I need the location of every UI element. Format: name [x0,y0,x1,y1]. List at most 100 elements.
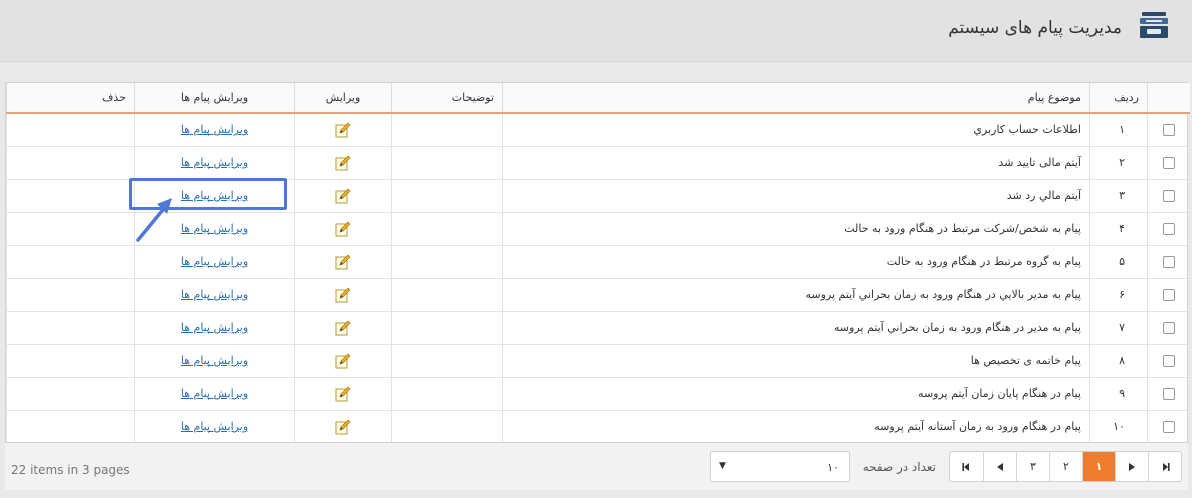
row-checkbox[interactable] [1162,289,1175,301]
messages-table: ردیف موضوع پیام توضیحات ویرایش ویرایش پی… [6,83,1190,444]
row-subject: پیام به شخص/شرکت مرتبط در هنگام ورود به … [502,212,1090,246]
row-checkbox-cell [1147,410,1190,444]
edit-pencil-icon[interactable] [335,122,351,138]
row-subject: پیام در هنگام ورود به زمان آستانه آیتم پ… [502,410,1090,444]
row-delete-cell [6,179,135,213]
inbox-stack-icon [1140,12,1168,38]
page-size-select[interactable]: ۱۰ ▼ [710,451,850,482]
page-button-3[interactable]: ۳ [1016,452,1049,481]
row-number: ۴ [1089,212,1148,246]
edit-messages-link[interactable]: ویرایش پیام ها [181,288,248,301]
row-number: ۶ [1089,278,1148,312]
row-edit-messages-cell: ویرایش پیام ها [134,113,295,147]
row-checkbox[interactable] [1162,157,1175,169]
page-size-value: ۱۰ [827,461,839,474]
header-description[interactable]: توضیحات [391,83,503,114]
row-checkbox[interactable] [1162,190,1175,202]
header-edit[interactable]: ویرایش [294,83,392,114]
row-edit-messages-cell: ویرایش پیام ها [134,245,295,279]
row-edit-cell [294,410,392,444]
row-edit-cell [294,212,392,246]
messages-grid: ردیف موضوع پیام توضیحات ویرایش ویرایش پی… [5,82,1190,490]
table-row: ۸ پیام خاتمه ی تخصیص ها ویرایش پیام ها [6,344,1190,378]
row-subject: آیتم مالی تایید شد [502,146,1090,180]
edit-messages-link[interactable]: ویرایش پیام ها [181,354,248,367]
header-row-number[interactable]: ردیف [1089,83,1148,114]
table-row: ۲ آیتم مالی تایید شد ویرایش پیام ها [6,146,1190,180]
row-delete-cell [6,212,135,246]
row-number: ۱۰ [1089,410,1148,444]
first-page-icon [1163,462,1170,471]
table-row: ۱ اطلاعات حساب کاربري ویرایش پیام ها [6,113,1190,147]
row-checkbox[interactable] [1162,322,1175,334]
row-checkbox-cell [1147,212,1190,246]
prev-page-icon [1129,462,1135,471]
header-subject[interactable]: موضوع پیام [502,83,1090,114]
table-row: ۹ پیام در هنگام پایان زمان آیتم پروسه ویرا… [6,377,1190,411]
edit-pencil-icon[interactable] [335,419,351,435]
edit-pencil-icon[interactable] [335,188,351,204]
edit-messages-link[interactable]: ویرایش پیام ها [181,156,248,169]
table-header-row: ردیف موضوع پیام توضیحات ویرایش ویرایش پی… [6,83,1190,114]
table-row: ۷ پیام به مدیر در هنگام ورود به زمان بحرا… [6,311,1190,345]
row-description [391,113,503,147]
row-checkbox[interactable] [1162,124,1175,137]
header-delete[interactable]: حذف [6,83,135,114]
row-description [391,410,503,444]
row-subject: پیام در هنگام پایان زمان آیتم پروسه [502,377,1090,411]
row-edit-cell [294,344,392,378]
row-checkbox-cell [1147,311,1190,345]
edit-pencil-icon[interactable] [335,386,351,402]
table-row: ۵ پیام به گروه مرتبط در هنگام ورود به حال… [6,245,1190,279]
row-edit-messages-cell: ویرایش پیام ها [134,344,295,378]
edit-messages-link[interactable]: ویرایش پیام ها [181,255,248,268]
pager: ۱ ۲ ۳ [949,451,1182,482]
last-page-icon [961,462,969,471]
row-checkbox[interactable] [1162,421,1175,433]
row-description [391,344,503,378]
row-description [391,377,503,411]
edit-messages-link[interactable]: ویرایش پیام ها [181,387,248,400]
edit-pencil-icon[interactable] [335,320,351,336]
edit-pencil-icon[interactable] [335,221,351,237]
row-subject: آیتم مالي رد شد [502,179,1090,213]
page-header: مدیریت پیام های سیستم [0,0,1192,62]
header-edit-messages[interactable]: ویرایش پیام ها [134,83,295,114]
edit-messages-link[interactable]: ویرایش پیام ها [181,189,248,202]
edit-messages-link[interactable]: ویرایش پیام ها [181,123,248,136]
row-edit-messages-cell: ویرایش پیام ها [134,311,295,345]
next-page-button[interactable] [983,452,1016,481]
row-delete-cell [6,377,135,411]
edit-messages-link[interactable]: ویرایش پیام ها [181,222,248,235]
row-edit-cell [294,179,392,213]
row-checkbox-cell [1147,377,1190,411]
edit-messages-link[interactable]: ویرایش پیام ها [181,420,248,433]
row-checkbox[interactable] [1162,355,1175,367]
table-row: ۱۰ پیام در هنگام ورود به زمان آستانه آیتم… [6,410,1190,444]
page-button-2[interactable]: ۲ [1049,452,1082,481]
row-number: ۷ [1089,311,1148,345]
row-number: ۹ [1089,377,1148,411]
row-edit-messages-cell: ویرایش پیام ها [134,212,295,246]
row-checkbox[interactable] [1162,256,1175,268]
last-page-button[interactable] [950,452,983,481]
row-delete-cell [6,278,135,312]
row-description [391,179,503,213]
edit-pencil-icon[interactable] [335,254,351,270]
edit-pencil-icon[interactable] [335,155,351,171]
edit-pencil-icon[interactable] [335,287,351,303]
page-title: مدیریت پیام های سیستم [948,18,1122,38]
row-checkbox-cell [1147,344,1190,378]
row-delete-cell [6,311,135,345]
prev-page-button[interactable] [1115,452,1148,481]
row-description [391,278,503,312]
table-row: ۶ پیام به مدیر بالایي در هنگام ورود به زم… [6,278,1190,312]
row-delete-cell [6,146,135,180]
edit-messages-link[interactable]: ویرایش پیام ها [181,321,248,334]
first-page-button[interactable] [1148,452,1181,481]
row-edit-messages-cell: ویرایش پیام ها [134,410,295,444]
edit-pencil-icon[interactable] [335,353,351,369]
page-button-1[interactable]: ۱ [1082,452,1115,481]
row-checkbox[interactable] [1162,223,1175,235]
row-checkbox[interactable] [1162,388,1175,400]
